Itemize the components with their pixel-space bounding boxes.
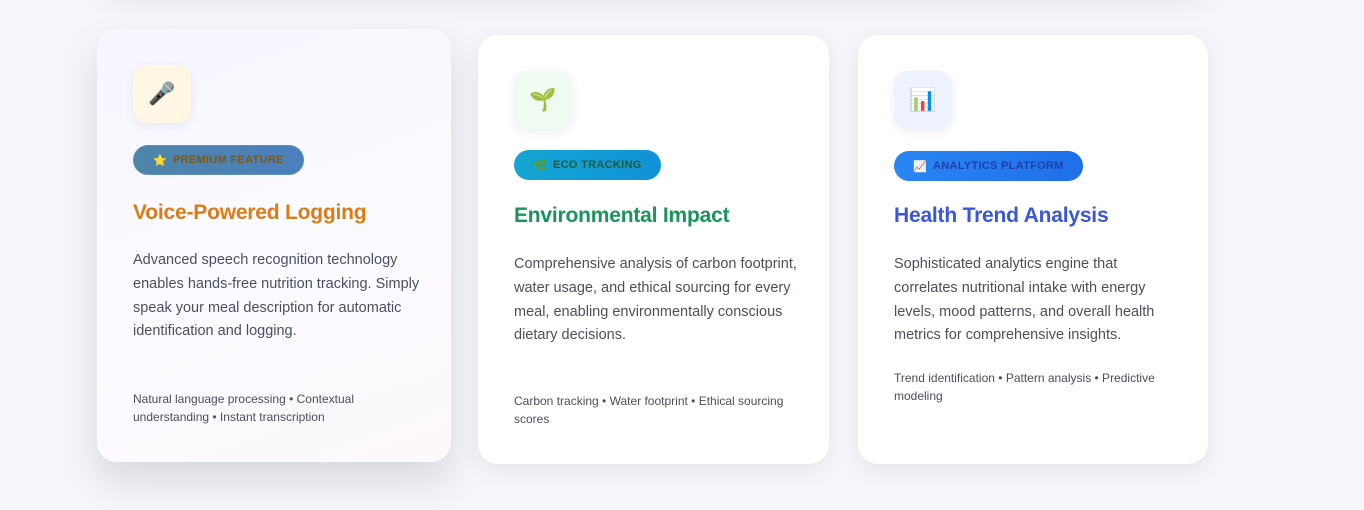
- card-feature-list: Carbon tracking • Water footprint • Ethi…: [514, 394, 784, 426]
- seedling-icon: 🌱: [514, 71, 572, 129]
- feature-card-health-trend-analysis[interactable]: 📊 📈 ANALYTICS PLATFORM Health Trend Anal…: [858, 35, 1208, 464]
- feature-cards-section: 🎤 ⭐ PREMIUM FEATURE Voice-Powered Loggin…: [0, 0, 1364, 510]
- eco-tracking-badge: 🌿 ECO TRACKING: [514, 150, 661, 180]
- microphone-icon: 🎤: [133, 65, 191, 123]
- premium-feature-badge: ⭐ PREMIUM FEATURE: [133, 145, 304, 175]
- card-title: Voice-Powered Logging: [133, 201, 367, 224]
- badge-label: ANALYTICS PLATFORM: [933, 160, 1064, 172]
- card-description: Advanced speech recognition technology e…: [133, 252, 420, 340]
- bar-chart-icon: 📊: [894, 71, 952, 129]
- analytics-platform-badge: 📈 ANALYTICS PLATFORM: [894, 151, 1083, 181]
- card-description: Comprehensive analysis of carbon footpri…: [514, 256, 797, 344]
- card-description: Sophisticated analytics engine that corr…: [894, 256, 1155, 344]
- card-feature-list: Trend identification • Pattern analysis …: [894, 371, 1155, 403]
- badge-label: ECO TRACKING: [553, 159, 642, 171]
- card-title: Environmental Impact: [514, 204, 730, 227]
- star-icon: ⭐: [153, 153, 167, 167]
- card-feature-list: Natural language processing • Contextual…: [133, 392, 355, 424]
- feature-card-voice-logging[interactable]: 🎤 ⭐ PREMIUM FEATURE Voice-Powered Loggin…: [97, 29, 451, 462]
- trend-chart-icon: 📈: [913, 159, 927, 173]
- badge-label: PREMIUM FEATURE: [173, 154, 284, 166]
- feature-card-environmental-impact[interactable]: 🌱 🌿 ECO TRACKING Environmental Impact Co…: [478, 35, 829, 464]
- card-title: Health Trend Analysis: [894, 204, 1109, 227]
- herb-icon: 🌿: [533, 158, 547, 172]
